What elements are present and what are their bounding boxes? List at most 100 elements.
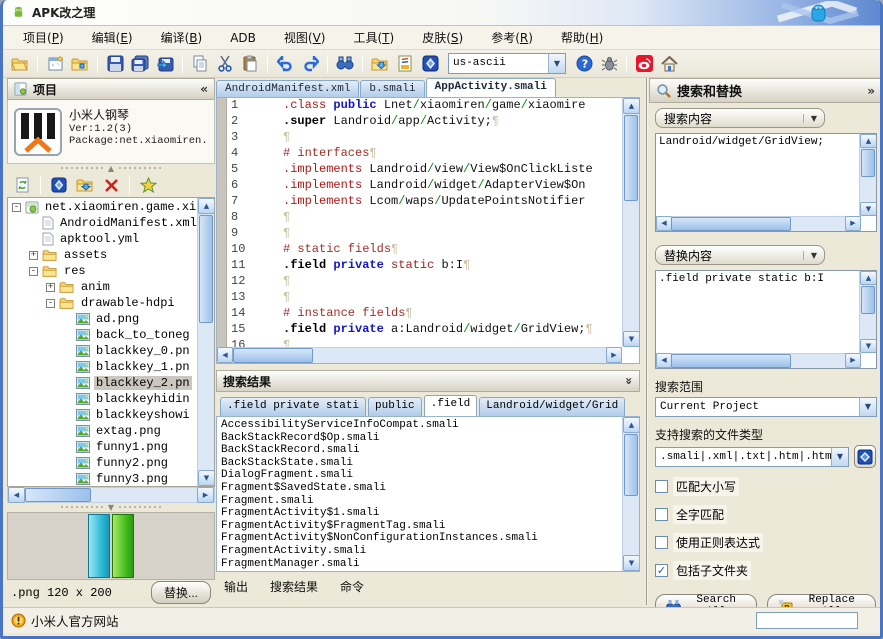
results-tab[interactable]: Landroid/widget/Grid xyxy=(479,397,625,416)
menu-item[interactable]: 皮肤(S) xyxy=(408,26,477,49)
menu-item[interactable]: 参考(R) xyxy=(477,26,547,49)
tree-item[interactable]: +assets xyxy=(8,247,197,263)
official-site-link[interactable]: 小米人官方网站 xyxy=(31,611,751,630)
scroll-up-button[interactable]: ▲ xyxy=(623,417,640,433)
scope-select[interactable]: Current Project ▼ xyxy=(655,397,877,417)
checkbox[interactable]: ✓ xyxy=(655,564,668,577)
results-tab[interactable]: .field private stati xyxy=(220,397,366,416)
scroll-left-button[interactable]: ◀ xyxy=(656,216,672,231)
panel-splitter[interactable]: ▼ xyxy=(7,503,215,512)
apk-build-icon[interactable] xyxy=(419,53,441,75)
search-content-dropdown[interactable]: 搜索内容 ▼ xyxy=(655,108,825,128)
replace-image-button[interactable]: 替换... xyxy=(151,581,211,604)
result-item[interactable]: Fragment.smali xyxy=(221,495,618,508)
tree-item[interactable]: blackkey_1.pn xyxy=(8,359,197,375)
help-icon[interactable]: ? xyxy=(573,53,595,75)
undo-icon[interactable] xyxy=(274,53,296,75)
tree-item[interactable]: blackkeyshowi xyxy=(8,407,197,423)
copy-icon[interactable] xyxy=(189,53,211,75)
tree-item[interactable]: back_to_toneg xyxy=(8,327,197,343)
vertical-scrollbar[interactable]: ▲ ▼ xyxy=(859,134,876,216)
menu-item[interactable]: 帮助(H) xyxy=(547,26,617,49)
scroll-thumb[interactable] xyxy=(199,215,213,323)
paste-icon[interactable] xyxy=(239,53,261,75)
checkbox[interactable] xyxy=(655,536,668,549)
scroll-thumb[interactable] xyxy=(233,348,313,363)
replace-content-dropdown[interactable]: 替换内容 ▼ xyxy=(655,245,825,265)
cut-icon[interactable] xyxy=(214,53,236,75)
result-item[interactable]: FragmentManager.smali xyxy=(221,558,618,571)
status-input-field[interactable] xyxy=(756,612,858,629)
collapse-results-button[interactable]: » xyxy=(622,377,636,385)
tree-item[interactable]: apktool.yml xyxy=(8,231,197,247)
editor-vertical-scrollbar[interactable]: ▲ ▼ xyxy=(622,98,639,347)
menu-item[interactable]: 编辑(E) xyxy=(78,26,147,49)
checkbox[interactable] xyxy=(655,480,668,493)
editor-tab[interactable]: AppActivity.smali xyxy=(426,78,556,97)
redo-icon[interactable] xyxy=(299,53,321,75)
result-item[interactable]: BackStackState.smali xyxy=(221,457,618,470)
result-item[interactable]: FragmentActivity$NonConfigurationInstanc… xyxy=(221,532,618,545)
decompile-folder-icon[interactable] xyxy=(69,53,91,75)
tree-expander[interactable]: - xyxy=(12,203,21,212)
scroll-left-button[interactable]: ◀ xyxy=(656,353,672,368)
result-item[interactable]: BackStackRecord.smali xyxy=(221,444,618,457)
editor-tab[interactable]: AndroidManifest.xml xyxy=(216,80,359,97)
scroll-down-button[interactable]: ▼ xyxy=(860,202,877,216)
scroll-right-button[interactable]: ▶ xyxy=(197,487,214,503)
tree-item[interactable]: blackkey_0.pn xyxy=(8,343,197,359)
vertical-scrollbar[interactable]: ▲ ▼ xyxy=(859,271,876,353)
refresh-file-icon[interactable] xyxy=(11,174,33,196)
delete-red-icon[interactable] xyxy=(100,174,122,196)
menu-item[interactable]: 视图(V) xyxy=(270,26,340,49)
tree-item[interactable]: -drawable-hdpi xyxy=(8,295,197,311)
tree-item[interactable]: +anim xyxy=(8,279,197,295)
results-vertical-scrollbar[interactable]: ▲ ▼ xyxy=(622,417,639,571)
dropdown-arrow-icon[interactable]: ▼ xyxy=(803,114,824,123)
tree-horizontal-scrollbar[interactable]: ◀ ▶ xyxy=(7,487,215,503)
blue-diamond-icon[interactable] xyxy=(48,174,70,196)
encoding-select[interactable]: us-ascii▼ xyxy=(448,53,566,74)
save-arrow-icon[interactable] xyxy=(154,53,176,75)
scroll-down-button[interactable]: ▼ xyxy=(623,555,640,571)
results-tab[interactable]: public xyxy=(368,397,422,416)
horizontal-scrollbar[interactable]: ◀ ▶ xyxy=(656,353,861,368)
scroll-thumb[interactable] xyxy=(861,286,875,314)
scroll-up-button[interactable]: ▲ xyxy=(623,98,640,114)
editor-horizontal-scrollbar[interactable]: ◀ ▶ xyxy=(217,347,622,363)
scroll-right-button[interactable]: ▶ xyxy=(845,353,861,368)
tree-item[interactable]: extag.png xyxy=(8,423,197,439)
favorite-star-icon[interactable] xyxy=(137,174,159,196)
search-text-area[interactable]: Landroid/widget/GridView; ▲ ▼ ◀ ▶ xyxy=(655,133,877,232)
code-editor[interactable]: 1.class public Lnet/xiaomiren/game/xiaom… xyxy=(216,97,640,364)
scroll-thumb[interactable] xyxy=(624,115,638,201)
scroll-down-button[interactable]: ▼ xyxy=(860,339,877,353)
tree-item[interactable]: -res xyxy=(8,263,197,279)
dropdown-arrow-icon[interactable]: ▼ xyxy=(831,448,848,466)
results-tab[interactable]: .field xyxy=(424,395,478,416)
editor-tab[interactable]: b.smali xyxy=(360,80,424,97)
panel-tab[interactable]: 命令 xyxy=(340,578,364,595)
tree-vertical-scrollbar[interactable]: ▲ ▼ xyxy=(197,198,214,486)
replace-text-area[interactable]: .field private static b:I ▲ ▼ ◀ ▶ xyxy=(655,270,877,369)
result-item[interactable]: FragmentActivity.smali xyxy=(221,545,618,558)
scroll-up-button[interactable]: ▲ xyxy=(860,271,877,285)
tree-item[interactable]: funny3.png xyxy=(8,471,197,486)
java-compile-icon[interactable] xyxy=(394,53,416,75)
result-item[interactable]: BackStackRecord$Op.smali xyxy=(221,432,618,445)
expand-panel-button[interactable]: » xyxy=(867,84,875,98)
panel-tab[interactable]: 输出 xyxy=(224,578,248,595)
collapse-panel-button[interactable]: « xyxy=(200,82,208,96)
save-icon[interactable] xyxy=(104,53,126,75)
folder-arrow-icon[interactable] xyxy=(74,174,96,196)
tree-item[interactable]: -net.xiaomiren.game.xiao xyxy=(8,199,197,215)
scroll-left-button[interactable]: ◀ xyxy=(217,347,233,363)
scroll-thumb[interactable] xyxy=(624,434,638,496)
checkbox[interactable] xyxy=(655,508,668,521)
tree-expander[interactable]: + xyxy=(46,283,55,292)
weibo-icon[interactable] xyxy=(633,53,655,75)
tree-expander[interactable]: + xyxy=(29,251,38,260)
scroll-up-button[interactable]: ▲ xyxy=(198,198,215,214)
save-all-icon[interactable] xyxy=(129,53,151,75)
dropdown-arrow-icon[interactable]: ▼ xyxy=(859,398,876,416)
